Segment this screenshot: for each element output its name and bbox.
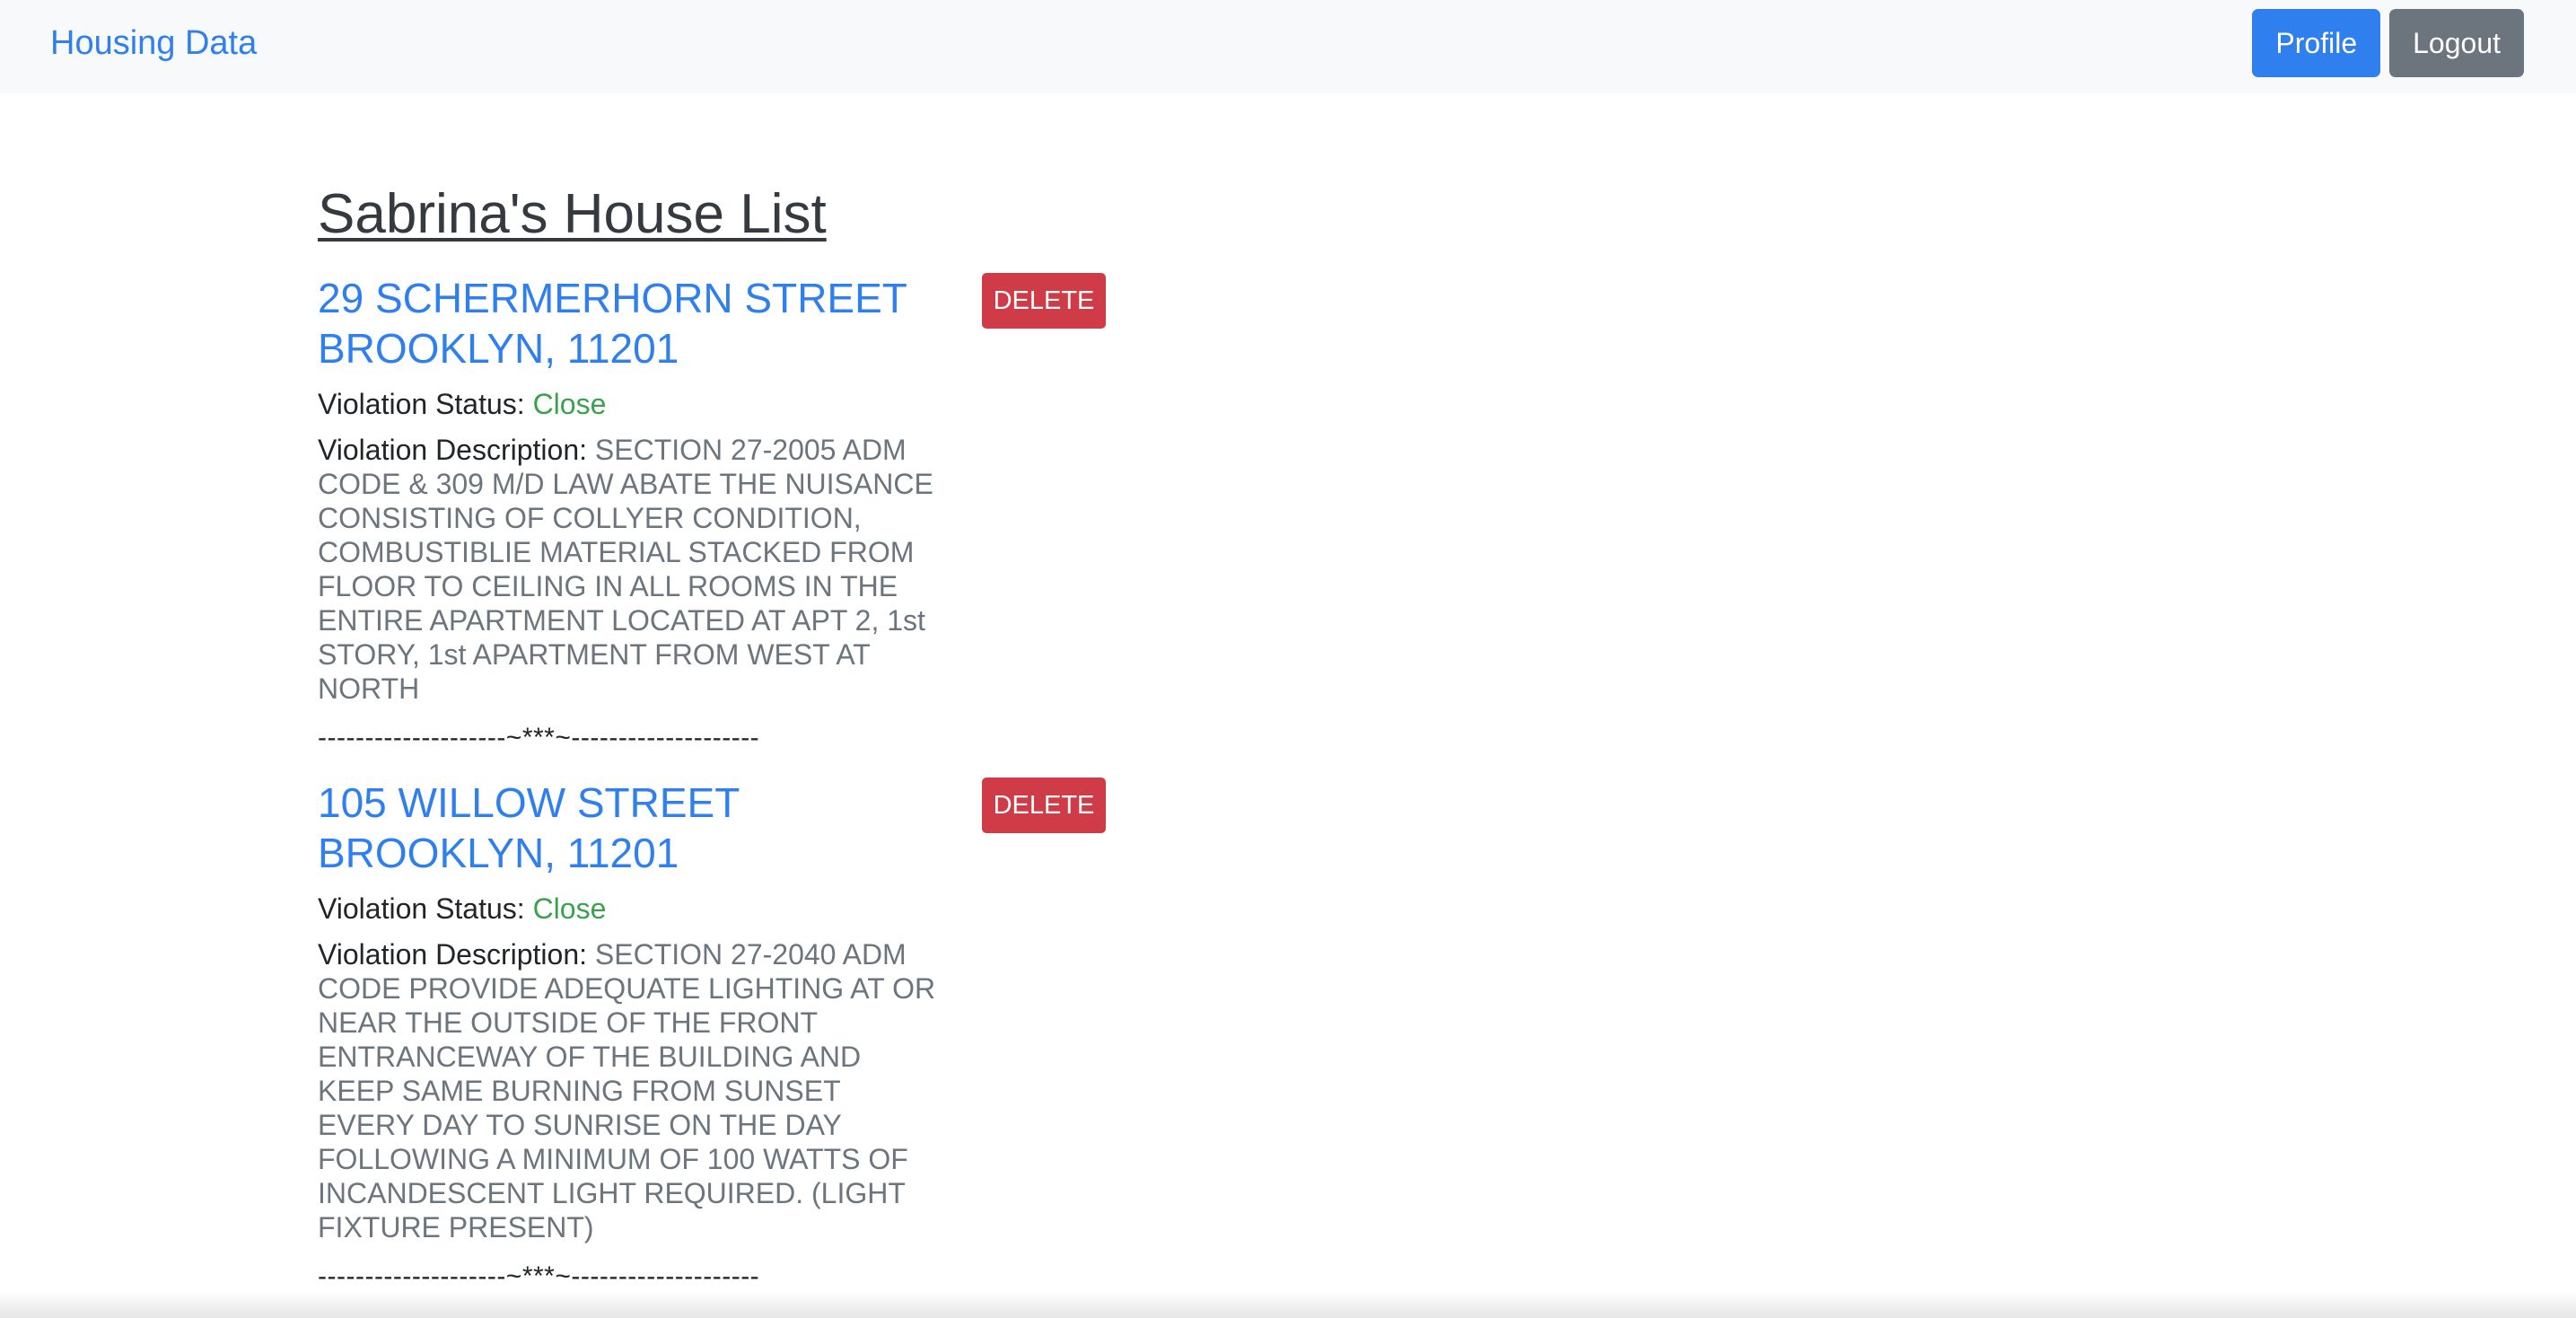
violation-status: Violation Status: Close [318, 382, 1126, 426]
house-item: 105 WILLOW STREET BROOKLYN, 11201 DELETE… [318, 778, 1126, 1295]
house-list-container: Sabrina's House List 29 SCHERMERHORN STR… [318, 176, 1215, 1295]
house-address-link[interactable]: 105 WILLOW STREET BROOKLYN, 11201 [318, 778, 946, 878]
delete-button[interactable]: DELETE [982, 273, 1106, 329]
violation-status-label: Violation Status: [318, 892, 525, 925]
item-separator: --------------------~***~---------------… [318, 1261, 760, 1291]
violation-description: Violation Description: SECTION 27-2005 A… [318, 433, 937, 706]
scroll-shadow [0, 1291, 2576, 1318]
house-address-link[interactable]: 29 SCHERMERHORN STREET BROOKLYN, 11201 [318, 273, 946, 373]
delete-button[interactable]: DELETE [982, 778, 1106, 833]
logout-button[interactable]: Logout [2389, 9, 2524, 77]
top-navbar: Housing Data Profile Logout [0, 0, 2576, 93]
violation-description-text: SECTION 27-2005 ADM CODE & 309 M/D LAW A… [318, 434, 933, 705]
violation-description-label: Violation Description: [318, 434, 588, 466]
violation-status-label: Violation Status: [318, 388, 525, 420]
violation-status-value: Close [532, 388, 607, 420]
navbar-actions: Profile Logout [2252, 9, 2524, 77]
violation-status: Violation Status: Close [318, 887, 1126, 930]
violation-description: Violation Description: SECTION 27-2040 A… [318, 937, 937, 1244]
violation-status-value: Close [532, 892, 607, 925]
violation-description-label: Violation Description: [318, 938, 588, 971]
house-item: 29 SCHERMERHORN STREET BROOKLYN, 11201 D… [318, 273, 1126, 756]
brand-link[interactable]: Housing Data [50, 0, 257, 86]
violation-description-text: SECTION 27-2040 ADM CODE PROVIDE ADEQUAT… [318, 938, 936, 1243]
profile-button[interactable]: Profile [2252, 9, 2381, 77]
item-separator: --------------------~***~---------------… [318, 723, 760, 752]
page-title: Sabrina's House List [318, 183, 827, 245]
